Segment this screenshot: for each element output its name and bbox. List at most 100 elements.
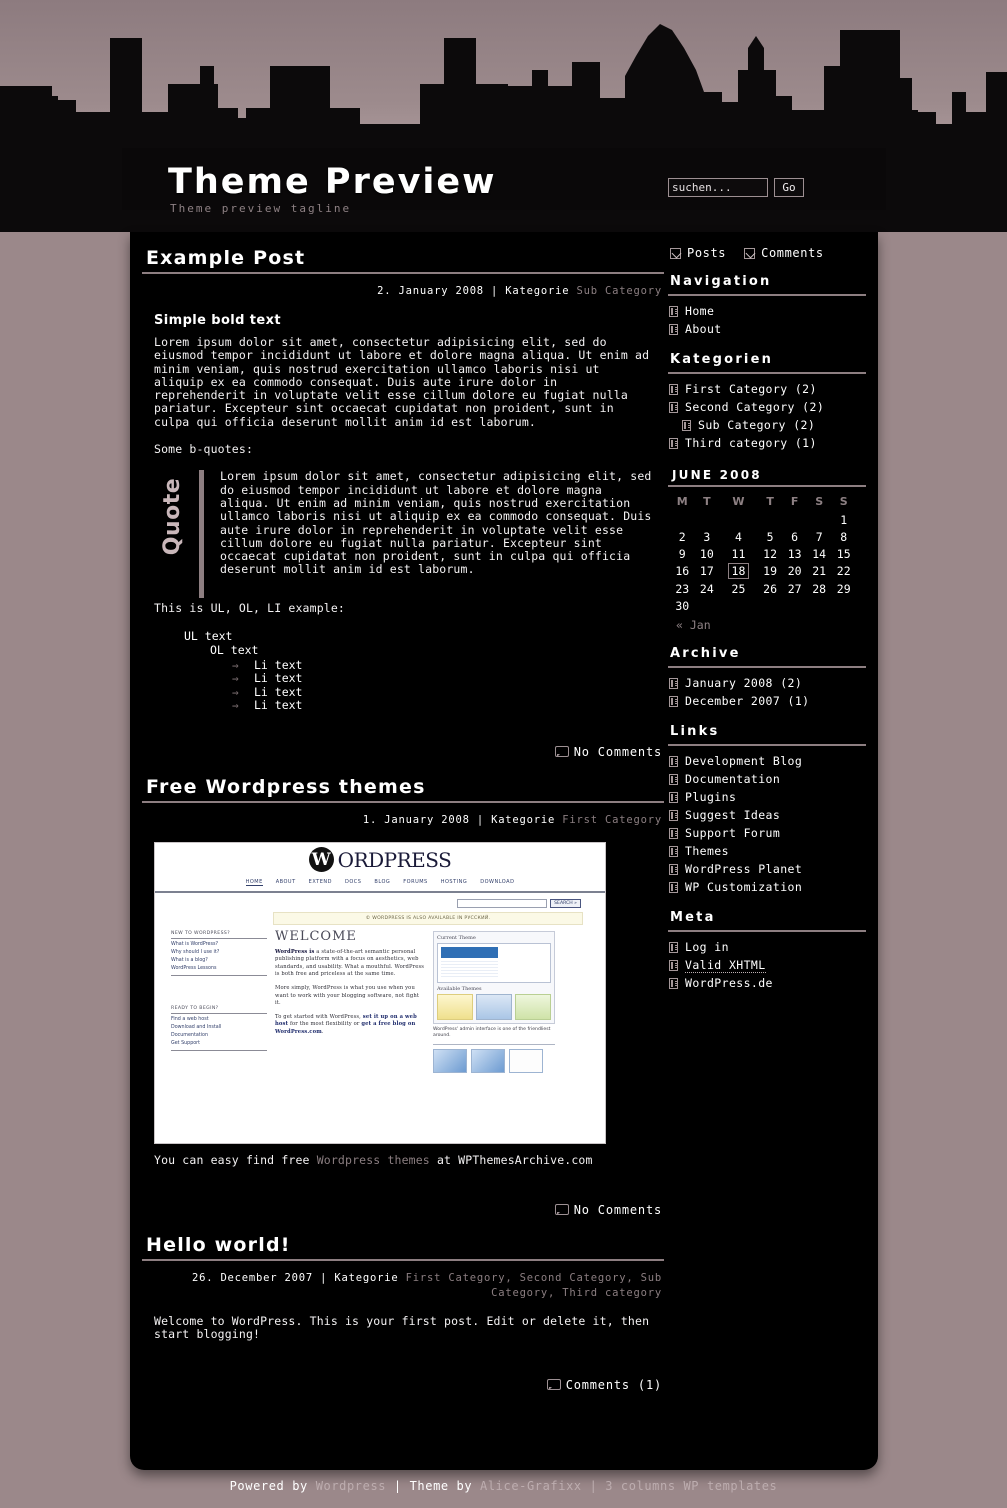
post-comments-link[interactable]: No Comments bbox=[142, 723, 664, 771]
sidebar-item-second-category[interactable]: Second Category (2) bbox=[668, 398, 866, 416]
section-heading: Links bbox=[670, 724, 720, 739]
calendar-day: 23 bbox=[675, 581, 690, 596]
sidebar: Posts Comments Navigation Home About Kat… bbox=[668, 246, 866, 994]
sidebar-item-wordpress-de[interactable]: WordPress.de bbox=[668, 974, 866, 992]
ol-block: OL text ⇒ Li text ⇒ Li text ⇒ Li text ⇒ Li t… bbox=[184, 644, 654, 713]
sidebar-item-label: Sub Category (2) bbox=[698, 418, 816, 432]
screenshot-panel-caption: WordPress' admin interface is one of the… bbox=[433, 1026, 551, 1038]
post-meta-separator: | Kategorie bbox=[483, 285, 577, 297]
screenshot-main-column: WELCOME WordPress is a state-of-the-art … bbox=[275, 929, 425, 1073]
calendar-prev-link[interactable]: « Jan bbox=[676, 618, 866, 632]
sidebar-item-third-category[interactable]: Third category (1) bbox=[668, 434, 866, 452]
calendar-today-label: 18 bbox=[727, 563, 750, 579]
post-title[interactable]: Hello world! bbox=[142, 1233, 664, 1261]
sidebar-item-december-2007[interactable]: December 2007 (1) bbox=[668, 692, 866, 710]
caption-link[interactable]: Wordpress themes bbox=[317, 1153, 430, 1167]
weekday-sat: S bbox=[815, 495, 824, 508]
sidebar-item-label: Development Blog bbox=[685, 754, 803, 768]
sidebar-item-wp-customization[interactable]: WP Customization bbox=[668, 878, 866, 896]
screenshot-current-theme-thumb bbox=[437, 942, 551, 983]
list-icon bbox=[669, 942, 678, 953]
nav-hosting: HOSTING bbox=[440, 878, 468, 885]
screenshot-available-themes bbox=[437, 993, 551, 1020]
sidebar-item-wordpress-planet[interactable]: WordPress Planet bbox=[668, 860, 866, 878]
screenshot-panel-title-current: Current Theme bbox=[437, 934, 476, 941]
arrow-icon: ⇒ bbox=[232, 699, 239, 713]
footer-wordpress-link[interactable]: Wordpress bbox=[316, 1479, 386, 1493]
screenshot-left-heading-1: NEW TO WORDPRESS? bbox=[171, 931, 267, 939]
list-intro: This is UL, OL, LI example: bbox=[154, 601, 345, 616]
sidebar-item-label: WordPress.de bbox=[685, 976, 773, 990]
screenshot-left-link: WordPress Lessons bbox=[171, 965, 217, 971]
post-comments-link[interactable]: Comments (1) bbox=[142, 1356, 664, 1404]
list-icon bbox=[682, 420, 691, 431]
section-rule bbox=[668, 744, 866, 746]
navigation-list: Home About bbox=[668, 302, 866, 338]
sidebar-item-themes[interactable]: Themes bbox=[668, 842, 866, 860]
sidebar-item-suggest-ideas[interactable]: Suggest Ideas bbox=[668, 806, 866, 824]
calendar-day: 21 bbox=[812, 564, 827, 578]
search-submit-button[interactable]: Go bbox=[774, 178, 804, 197]
screenshot-paragraph-1: WordPress is a state-of-the-art semantic… bbox=[275, 949, 425, 979]
section-heading: Meta bbox=[670, 910, 716, 925]
calendar-day bbox=[782, 597, 807, 614]
comment-bubble-icon bbox=[546, 1378, 561, 1390]
post-comments-link[interactable]: No Comments bbox=[142, 1181, 664, 1229]
sidebar-item-plugins[interactable]: Plugins bbox=[668, 788, 866, 806]
sidebar-item-documentation[interactable]: Documentation bbox=[668, 770, 866, 788]
calendar-day: 11 bbox=[731, 546, 746, 561]
sidebar-item-january-2008[interactable]: January 2008 (2) bbox=[668, 674, 866, 692]
post-categories[interactable]: Sub Category bbox=[577, 285, 662, 297]
archive-list: January 2008 (2) December 2007 (1) bbox=[668, 674, 866, 710]
feed-comments-link[interactable]: Comments bbox=[744, 246, 824, 260]
post-categories[interactable]: First Category bbox=[562, 814, 662, 826]
post-title[interactable]: Free Wordpress themes bbox=[142, 775, 664, 803]
sidebar-item-support-forum[interactable]: Support Forum bbox=[668, 824, 866, 842]
post-body: Welcome to WordPress. This is your first… bbox=[142, 1314, 664, 1342]
sidebar-item-log-in[interactable]: Log in bbox=[668, 938, 866, 956]
post-caption: You can easy find free Wordpress themes … bbox=[154, 1153, 654, 1167]
sidebar-item-about[interactable]: About bbox=[668, 320, 866, 338]
list-icon bbox=[669, 756, 678, 767]
calendar-day bbox=[719, 597, 758, 614]
screenshot-panel-title-available: Available Themes bbox=[437, 985, 482, 992]
sidebar-item-valid-xhtml[interactable]: Valid XHTML bbox=[668, 956, 866, 974]
calendar-week: 9 10 11 12 13 14 15 bbox=[670, 545, 856, 562]
sidebar-item-first-category[interactable]: First Category (2) bbox=[668, 380, 866, 398]
divider bbox=[433, 1043, 555, 1045]
calendar-day: 1 bbox=[840, 512, 848, 527]
calendar-week: 16 17 18 19 20 21 22 bbox=[670, 562, 856, 580]
list-icon bbox=[669, 438, 678, 449]
comment-bubble-icon bbox=[554, 1203, 569, 1215]
sidebar-section-links: Links Development Blog Documentation Plu… bbox=[668, 724, 866, 896]
comments-label: Comments (1) bbox=[565, 1377, 662, 1392]
calendar-day bbox=[670, 511, 695, 528]
screenshot-card bbox=[433, 1048, 467, 1073]
list-icon bbox=[669, 384, 678, 395]
calendar-day: 25 bbox=[731, 581, 746, 596]
screenshot-paragraph-3: To get started with WordPress, set it up… bbox=[275, 1014, 425, 1037]
post-title[interactable]: Example Post bbox=[142, 246, 664, 274]
list-item-label: Li text bbox=[254, 698, 303, 713]
comments-label: No Comments bbox=[573, 744, 662, 759]
list-icon bbox=[669, 792, 678, 803]
quote-label: Quote bbox=[160, 478, 186, 556]
sidebar-item-home[interactable]: Home bbox=[668, 302, 866, 320]
footer-author-link[interactable]: Alice-Grafixx bbox=[480, 1479, 582, 1493]
feed-posts-link[interactable]: Posts bbox=[670, 246, 726, 260]
calendar-day: 28 bbox=[812, 581, 827, 596]
sidebar-item-sub-category[interactable]: Sub Category (2) bbox=[668, 416, 866, 434]
search-input[interactable] bbox=[668, 178, 768, 197]
post-paragraph: Lorem ipsum dolor sit amet, consectetur … bbox=[154, 335, 650, 429]
list-icon bbox=[669, 882, 678, 893]
footer-templates-link[interactable]: 3 columns WP templates bbox=[605, 1479, 777, 1493]
screenshot-left-link: Documentation bbox=[171, 1032, 208, 1038]
calendar-day: 12 bbox=[763, 546, 777, 561]
weekday-thu: T bbox=[766, 495, 774, 508]
post-categories[interactable]: First Category, Second Category, Sub Cat… bbox=[406, 1272, 662, 1299]
sidebar-item-label: Log in bbox=[685, 940, 729, 954]
site-footer: Powered by Wordpress | Theme by Alice-Gr… bbox=[0, 1478, 1007, 1494]
sidebar-item-development-blog[interactable]: Development Blog bbox=[668, 752, 866, 770]
screenshot-left-link: Find a web host bbox=[171, 1016, 209, 1022]
screenshot-left-link: Download and Install bbox=[171, 1024, 222, 1030]
